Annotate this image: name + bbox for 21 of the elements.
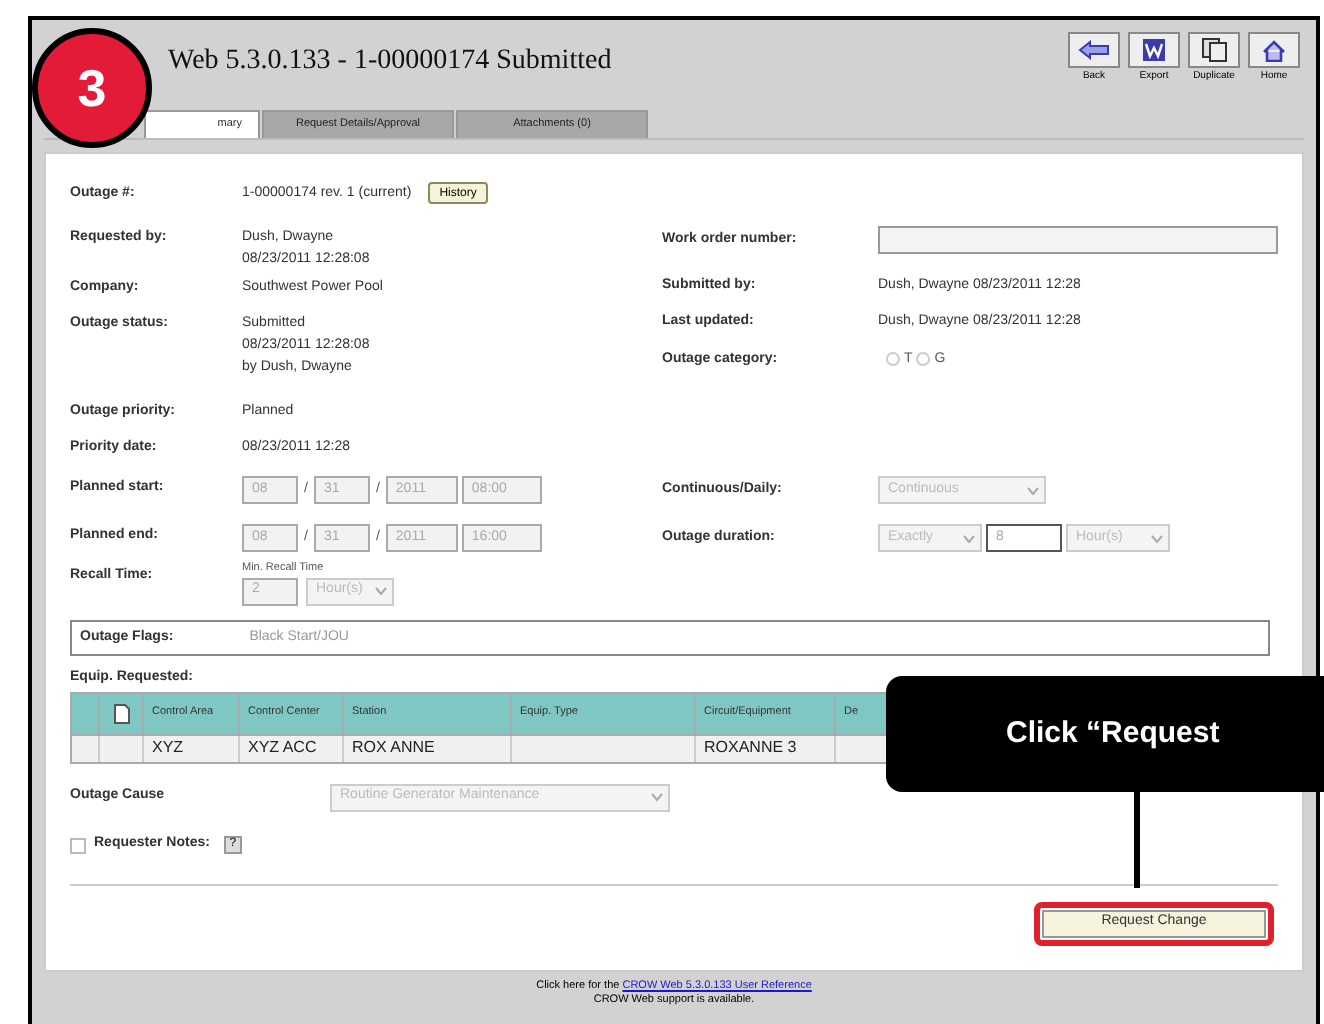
- radio-button[interactable]: [916, 352, 931, 367]
- back-arrow-icon: [1078, 40, 1110, 60]
- window-title: Web 5.3.0.133 - 1-00000174 Submitted: [168, 44, 612, 80]
- home-icon: [1262, 39, 1286, 61]
- work-order-input[interactable]: [878, 226, 1278, 254]
- radio-button[interactable]: [886, 352, 900, 367]
- caret-icon: [372, 585, 388, 597]
- caret-icon: [1148, 532, 1164, 544]
- copy-icon: [1201, 38, 1227, 62]
- document-icon: [1142, 38, 1166, 62]
- checkbox[interactable]: [70, 837, 86, 853]
- table-cell: ROX ANNE: [344, 735, 512, 761]
- caret-icon: [648, 791, 664, 803]
- caret-icon: [1024, 484, 1040, 496]
- table-cell: XYZ: [144, 735, 240, 761]
- table-cell: ROXANNE 3: [696, 735, 836, 761]
- document-icon: [113, 703, 129, 723]
- caret-icon: [960, 532, 976, 544]
- callout: Click “Request: [886, 676, 1324, 792]
- table-cell: XYZ ACC: [240, 735, 344, 761]
- leader-line: [1134, 788, 1140, 888]
